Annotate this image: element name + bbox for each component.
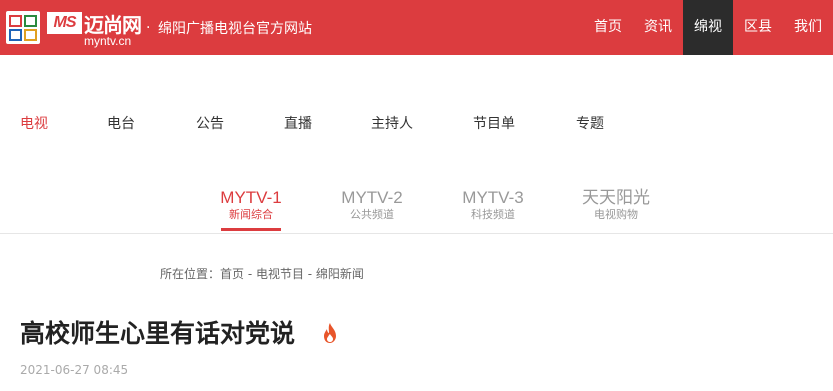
top-nav-home[interactable]: 首页 xyxy=(583,0,633,55)
sub-nav-schedule[interactable]: 节目单 xyxy=(473,113,515,133)
channel-tab-mytv1[interactable]: MYTV-1 新闻综合 xyxy=(214,188,288,222)
top-nav-news[interactable]: 资讯 xyxy=(633,0,683,55)
channel-name: MYTV-3 xyxy=(462,188,524,207)
sub-nav-tv[interactable]: 电视 xyxy=(20,113,48,133)
breadcrumb: 所在位置：首页 - 电视节目 - 绵阳新闻 xyxy=(160,267,364,281)
channel-tab-mytv3[interactable]: MYTV-3 科技频道 xyxy=(456,188,530,222)
publish-date: 2021-06-27 08:45 xyxy=(20,363,129,377)
channel-tab-sunshine[interactable]: 天天阳光 电视购物 xyxy=(578,188,654,222)
logo-domain: myntv.cn xyxy=(84,34,132,48)
top-nav-mianshi[interactable]: 绵视 xyxy=(683,0,733,55)
channel-name: MYTV-1 xyxy=(220,188,282,207)
logo-mark-icon[interactable] xyxy=(6,11,40,44)
channel-desc: 新闻综合 xyxy=(229,208,273,221)
channel-name: 天天阳光 xyxy=(582,188,650,207)
sub-nav-live[interactable]: 直播 xyxy=(284,113,312,133)
channel-tab-mytv2[interactable]: MYTV-2 公共频道 xyxy=(335,188,409,222)
sub-nav-topics[interactable]: 专题 xyxy=(576,113,604,133)
sub-nav: 电视 电台 公告 直播 主持人 节目单 专题 xyxy=(0,113,833,133)
channel-name: MYTV-2 xyxy=(341,188,403,207)
article-title: 高校师生心里有话对党说 xyxy=(20,319,296,348)
sub-nav-radio[interactable]: 电台 xyxy=(107,113,135,133)
sub-nav-hosts[interactable]: 主持人 xyxy=(371,113,413,133)
fire-icon xyxy=(324,323,336,343)
active-channel-indicator xyxy=(221,228,281,231)
sub-nav-notices[interactable]: 公告 xyxy=(196,113,224,133)
top-nav: 首页 资讯 绵视 区县 我们 xyxy=(583,0,833,55)
channel-desc: 电视购物 xyxy=(594,208,638,221)
divider xyxy=(0,233,833,234)
channel-desc: 科技频道 xyxy=(471,208,515,221)
title-separator: · xyxy=(146,20,151,36)
top-nav-about[interactable]: 我们 xyxy=(783,0,833,55)
logo-ms-badge[interactable]: MS xyxy=(47,12,82,34)
channel-desc: 公共频道 xyxy=(350,208,394,221)
site-title: 绵阳广播电视台官方网站 xyxy=(158,21,312,37)
top-bar: MS 迈尚网 myntv.cn · 绵阳广播电视台官方网站 首页 资讯 绵视 区… xyxy=(0,0,833,55)
top-nav-districts[interactable]: 区县 xyxy=(733,0,783,55)
